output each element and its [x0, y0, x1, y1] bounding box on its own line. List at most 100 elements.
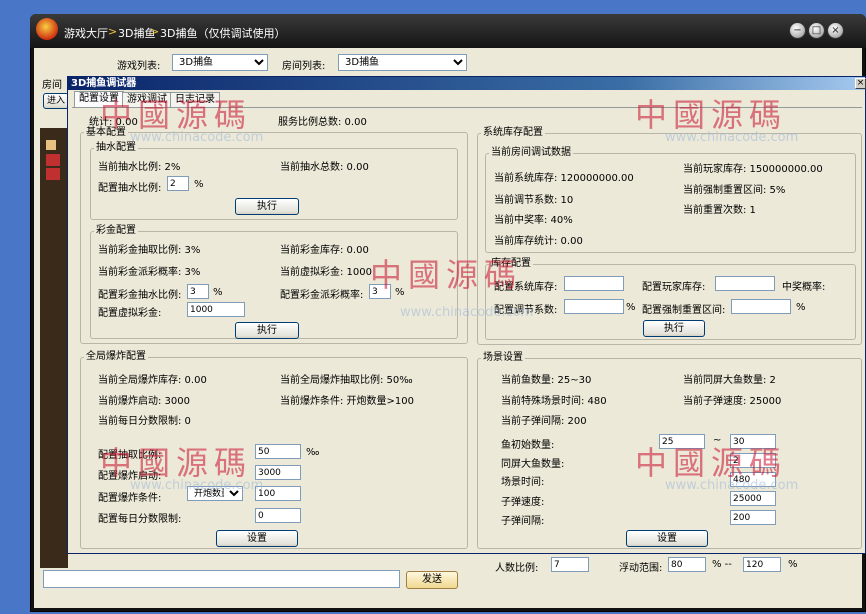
jackpot-virtual: 当前虚拟彩金: 1000	[280, 267, 372, 278]
config-explosion-start-input[interactable]	[255, 465, 301, 480]
room-panel-label: 房间	[42, 80, 62, 91]
explosion-condition: 当前爆炸条件: 开炮数量>100	[280, 396, 415, 407]
float-range-min-input[interactable]	[668, 557, 706, 572]
config-explosion-extract-label: 配置抽取比例:	[98, 450, 162, 461]
tax-execute-button[interactable]: 执行	[235, 198, 299, 215]
bullet-interval-input[interactable]	[730, 510, 776, 525]
current-win-rate: 当前中奖率: 40%	[494, 215, 573, 226]
config-tax-ratio-label: 配置抽水比例:	[98, 183, 162, 194]
current-force-reset-range: 当前强制重置区间: 5%	[683, 185, 786, 196]
scene-time-input[interactable]	[730, 472, 776, 487]
explosion-daily-limit: 当前每日分数限制: 0	[98, 416, 191, 427]
explosion-set-button[interactable]: 设置	[216, 530, 298, 547]
init-fish-max-input[interactable]	[730, 434, 776, 449]
room-list-label: 房间列表:	[282, 61, 326, 72]
user-avatar-icon	[46, 140, 56, 150]
config-tax-ratio-unit: %	[194, 179, 204, 190]
enter-room-button[interactable]: 进入	[43, 93, 69, 109]
config-player-stock-label: 配置玩家库存:	[642, 282, 706, 293]
people-ratio-input[interactable]	[551, 557, 589, 572]
basic-config-title: 基本配置	[84, 127, 128, 139]
close-icon: ×	[856, 78, 865, 88]
bullet-speed-input[interactable]	[730, 491, 776, 506]
dialog-close-button[interactable]: ×	[855, 78, 866, 89]
config-explosion-extract-unit: ‰	[306, 447, 320, 458]
config-force-reset-input[interactable]	[731, 299, 791, 314]
tab-divider	[72, 107, 862, 108]
current-big-fish-count: 当前同屏大鱼数量: 2	[683, 375, 776, 386]
scene-settings-title: 场景设置	[481, 352, 525, 364]
config-explosion-start-label: 配置爆炸启动:	[98, 471, 162, 482]
maximize-icon: □	[811, 24, 822, 36]
config-force-reset-unit: %	[796, 302, 806, 313]
scene-time-label: 场景时间:	[501, 477, 545, 488]
jackpot-payout-prob: 当前彩金派彩概率: 3%	[98, 267, 201, 278]
close-window-button[interactable]: ×	[827, 22, 844, 39]
config-explosion-cond-select[interactable]: 开炮数量	[187, 486, 243, 501]
win-prob-label: 中奖概率:	[782, 282, 826, 293]
tab-log[interactable]: 日志记录	[170, 92, 220, 107]
init-fish-min-input[interactable]	[659, 434, 705, 449]
breadcrumb-room: 3D捕鱼（仅供调试使用）	[160, 27, 286, 40]
system-stock-title: 系统库存配置	[481, 127, 545, 139]
config-tax-ratio-input[interactable]	[167, 176, 189, 191]
jackpot-config-title: 彩金配置	[94, 225, 138, 237]
config-player-stock-input[interactable]	[715, 276, 775, 291]
tax-config-title: 抽水配置	[94, 142, 138, 154]
current-stock-stat: 当前库存统计: 0.00	[494, 236, 583, 247]
game-list-label: 游戏列表:	[117, 61, 161, 72]
config-jackpot-prob-input[interactable]	[369, 284, 391, 299]
current-special-scene-time: 当前特殊场景时间: 480	[501, 396, 607, 407]
maximize-button[interactable]: □	[808, 22, 825, 39]
jackpot-stock: 当前彩金库存: 0.00	[280, 245, 369, 256]
config-adjust-unit: %	[626, 302, 636, 313]
current-bullet-speed: 当前子弹速度: 25000	[683, 396, 782, 407]
explosion-start: 当前爆炸启动: 3000	[98, 396, 190, 407]
scene-set-button[interactable]: 设置	[626, 530, 708, 547]
debugger-dialog-title: 3D捕鱼调试器	[68, 77, 865, 90]
send-button[interactable]: 发送	[406, 571, 458, 589]
bullet-speed-label: 子弹速度:	[501, 497, 545, 508]
config-jackpot-virtual-input[interactable]	[187, 302, 245, 317]
stock-execute-button[interactable]: 执行	[643, 320, 705, 337]
init-fish-range-tilde: ~	[713, 435, 722, 446]
config-jackpot-extract-input[interactable]	[187, 284, 209, 299]
config-explosion-cond-input[interactable]	[255, 486, 301, 501]
config-daily-limit-label: 配置每日分数限制:	[98, 514, 182, 525]
minimize-icon: −	[793, 24, 802, 36]
float-range-label: 浮动范围:	[619, 563, 663, 574]
big-fish-count-input[interactable]	[730, 453, 776, 468]
room-debug-data-title: 当前房间调试数据	[489, 147, 573, 159]
jackpot-execute-button[interactable]: 执行	[235, 322, 299, 339]
tab-game-debug[interactable]: 游戏调试	[122, 92, 172, 107]
float-range-max-input[interactable]	[743, 557, 781, 572]
stock-config-title: 库存配置	[489, 258, 533, 270]
current-tax-total: 当前抽水总数: 0.00	[280, 162, 369, 173]
config-jackpot-extract-unit: %	[213, 287, 223, 298]
explosion-extract-ratio: 当前全局爆炸抽取比例: 50‰	[280, 375, 413, 386]
chat-input[interactable]	[43, 570, 400, 588]
people-ratio-label: 人数比例:	[495, 563, 539, 574]
tab-config[interactable]: 配置设置	[74, 91, 124, 107]
current-system-stock: 当前系统库存: 120000000.00	[494, 173, 634, 184]
breadcrumb-hall[interactable]: 游戏大厅	[64, 25, 108, 41]
config-system-stock-label: 配置系统库存:	[494, 282, 558, 293]
config-adjust-input[interactable]	[564, 299, 624, 314]
config-jackpot-prob-unit: %	[395, 287, 405, 298]
config-jackpot-prob-label: 配置彩金派彩概率:	[280, 290, 364, 301]
big-fish-count-label: 同屏大鱼数量:	[501, 459, 565, 470]
config-explosion-cond-label: 配置爆炸条件:	[98, 493, 162, 504]
room-list-select[interactable]: 3D捕鱼	[338, 54, 467, 71]
current-player-stock: 当前玩家库存: 150000000.00	[683, 164, 823, 175]
config-system-stock-input[interactable]	[564, 276, 624, 291]
game-list-select[interactable]: 3D捕鱼	[172, 54, 268, 71]
breadcrumb-separator: >	[150, 25, 160, 38]
config-daily-limit-input[interactable]	[255, 508, 301, 523]
config-explosion-extract-input[interactable]	[255, 444, 301, 459]
current-tax-ratio: 当前抽水比例: 2%	[98, 162, 181, 173]
current-reset-count: 当前重置次数: 1	[683, 205, 756, 216]
bullet-interval-label: 子弹间隔:	[501, 516, 545, 527]
user-badge-icon	[46, 154, 60, 166]
minimize-button[interactable]: −	[789, 22, 806, 39]
breadcrumb-separator: >	[108, 25, 118, 38]
